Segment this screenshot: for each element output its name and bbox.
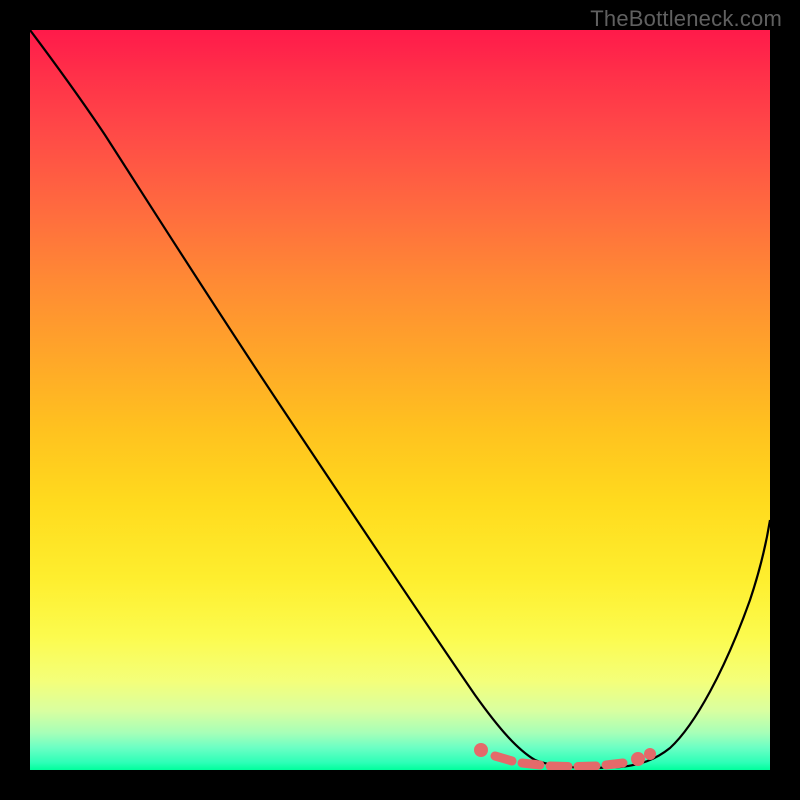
- bottleneck-curve-path: [30, 30, 770, 768]
- chart-frame: TheBottleneck.com: [0, 0, 800, 800]
- curve-layer: [30, 30, 770, 770]
- plot-area: [30, 30, 770, 770]
- watermark-text: TheBottleneck.com: [590, 6, 782, 32]
- highlight-dots: [474, 743, 656, 767]
